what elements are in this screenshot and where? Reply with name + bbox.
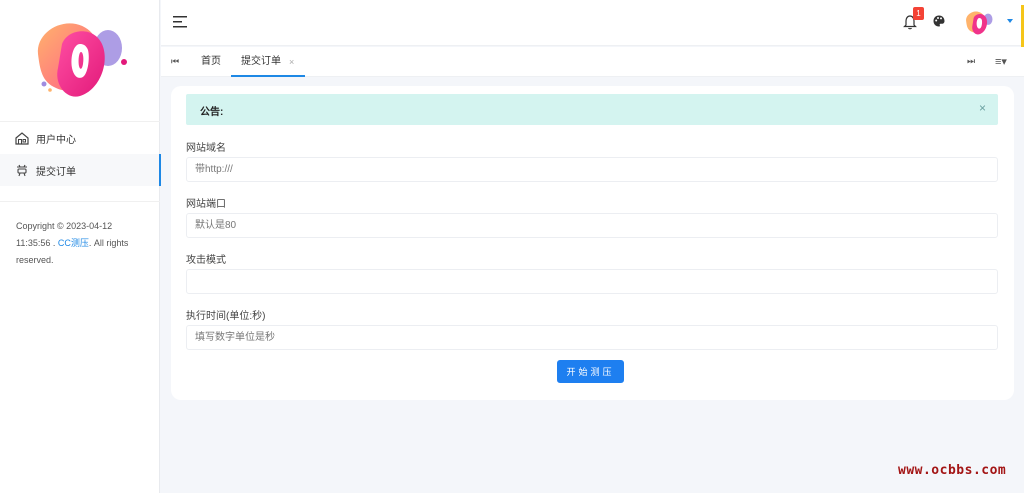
sidebar: 用户中心 提交订单 Copyright © 2023-04-12 11:35:5… [0, 0, 161, 493]
app-logo[interactable] [28, 14, 130, 106]
start-test-button[interactable]: 开始测压 [557, 360, 624, 383]
sidebar-divider [0, 201, 160, 202]
menu-toggle-icon[interactable] [173, 16, 187, 28]
tab-bar: ⏮ 首页 提交订单 × ⏭ ≡▾ [161, 47, 1024, 77]
skip-forward-icon[interactable]: ⏭ [967, 56, 975, 67]
notification-badge: 1 [913, 7, 924, 20]
avatar[interactable] [963, 8, 995, 38]
time-input[interactable] [186, 325, 998, 350]
close-icon[interactable]: × [979, 101, 986, 115]
sidebar-item-user-center[interactable]: 用户中心 [0, 122, 160, 154]
time-label: 执行时间(单位:秒) [186, 311, 266, 322]
port-input[interactable] [186, 213, 998, 238]
domain-input[interactable] [186, 157, 998, 182]
notice-title: 公告: [200, 107, 224, 118]
watermark-text: www.ocbbs.com [898, 463, 1007, 478]
tab-home[interactable]: 首页 [201, 47, 221, 77]
skip-back-icon[interactable]: ⏮ [171, 56, 179, 67]
tab-label: 提交订单 [241, 56, 281, 67]
sidebar-item-submit-order[interactable]: 提交订单 [0, 154, 161, 186]
sidebar-item-label: 提交订单 [36, 166, 76, 178]
home-icon [14, 130, 30, 146]
topbar: 1 [161, 0, 1024, 49]
chevron-down-icon[interactable] [1007, 19, 1013, 23]
domain-label: 网站域名 [186, 143, 226, 154]
copyright-link[interactable]: CC测压 [58, 238, 89, 248]
close-icon[interactable]: × [289, 47, 294, 77]
order-form-card: 公告: × 网站域名 网站端口 攻击模式 执行时间(单位:秒) 开始测压 [171, 86, 1014, 400]
sidebar-nav: 用户中心 提交订单 [0, 121, 161, 186]
tab-label: 首页 [201, 56, 221, 67]
mode-label: 攻击模式 [186, 255, 226, 266]
tab-menu-icon[interactable]: ≡▾ [995, 55, 1007, 68]
copyright-text: Copyright © 2023-04-12 11:35:56 . CC测压. … [16, 218, 148, 269]
tab-submit-order[interactable]: 提交订单 × [231, 47, 305, 77]
port-label: 网站端口 [186, 199, 226, 210]
notice-alert: 公告: × [186, 94, 998, 125]
mode-input[interactable] [186, 269, 998, 294]
palette-icon[interactable] [933, 15, 945, 27]
sidebar-item-label: 用户中心 [36, 134, 76, 146]
order-icon [14, 162, 30, 178]
